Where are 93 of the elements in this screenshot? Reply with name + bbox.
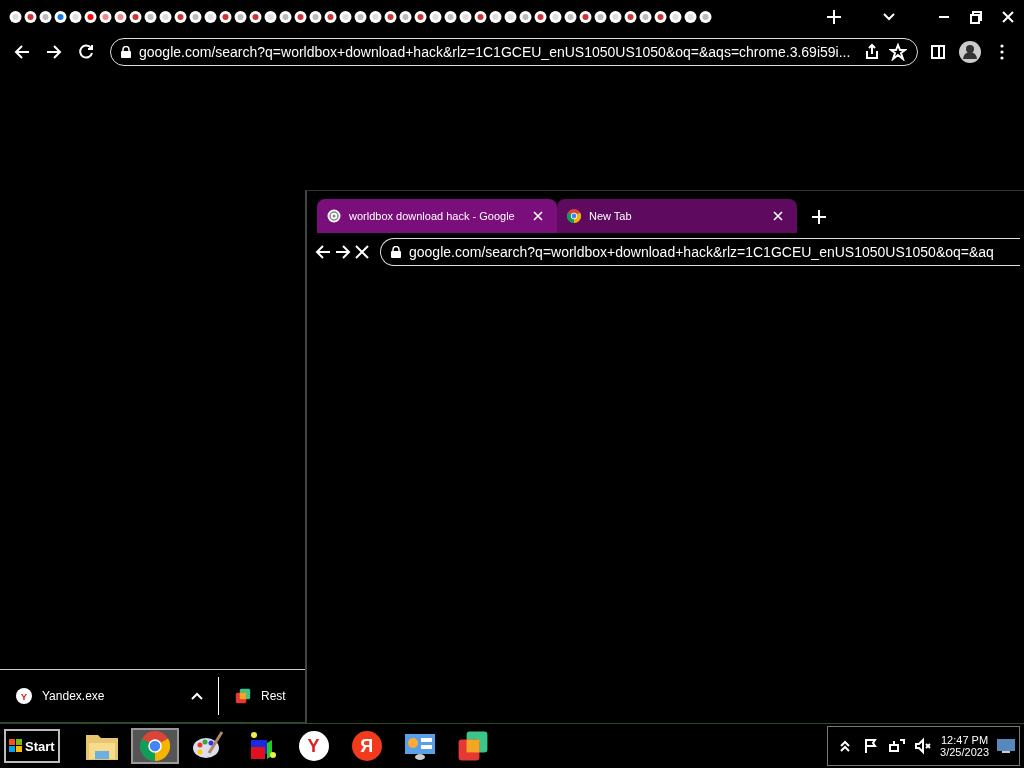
arrow-left-icon	[313, 242, 332, 261]
tab-favicon-icon[interactable]	[518, 8, 533, 25]
tab-favicon-icon[interactable]	[203, 8, 218, 25]
tab-favicon-icon[interactable]	[188, 8, 203, 25]
tab-favicon-icon[interactable]	[668, 8, 683, 25]
minimize-icon	[939, 15, 949, 18]
tab-favicon-icon[interactable]	[83, 8, 98, 25]
lock-icon	[121, 45, 131, 58]
tab-favicon-icon[interactable]	[593, 8, 608, 25]
control-panel-icon	[403, 731, 436, 761]
speaker-muted-icon	[914, 737, 933, 755]
tab-favicon-icon[interactable]	[68, 8, 83, 25]
tab-favicon-icon[interactable]	[158, 8, 173, 25]
tab-favicon-icon[interactable]	[23, 8, 38, 25]
tab-favicon-icon[interactable]	[218, 8, 233, 25]
taskbar-app-button[interactable]	[130, 728, 179, 764]
tab-favicon-icon[interactable]	[398, 8, 413, 25]
side-panel-icon	[929, 42, 947, 61]
download-item[interactable]: Y Yandex.exe	[0, 670, 218, 722]
tab-favicon-icon[interactable]	[683, 8, 698, 25]
tab-favicon-icon[interactable]	[263, 8, 278, 25]
start-button[interactable]: Start	[4, 729, 60, 763]
browser-tab[interactable]: New Tab	[557, 199, 797, 233]
tab-favicon-icon[interactable]	[98, 8, 113, 25]
tab-favicon-icon[interactable]	[443, 8, 458, 25]
file-name: Rest	[261, 689, 286, 703]
chrome-icon	[139, 731, 170, 761]
reload-icon	[77, 42, 95, 61]
tab-favicon-icon[interactable]	[638, 8, 653, 25]
tab-favicon-icon[interactable]	[338, 8, 353, 25]
url-text: google.com/search?q=worldbox+download+hack&rlz=1C1GCEU_enUS1050US1050&oq=&aq	[409, 243, 995, 260]
tab-favicon-icon[interactable]	[428, 8, 443, 25]
arrow-right-icon	[45, 42, 63, 61]
tab-favicon-icon[interactable]	[38, 8, 53, 25]
plus-icon	[825, 7, 843, 26]
cubes-icon	[235, 688, 251, 704]
tab-favicon-icon[interactable]	[473, 8, 488, 25]
tab-favicon-icon[interactable]	[653, 8, 668, 25]
tab-favicon-icon[interactable]	[698, 8, 713, 25]
palette-icon	[191, 731, 224, 761]
plus-icon	[810, 208, 828, 226]
yandex-browser-icon: Y	[16, 688, 32, 704]
spiral-icon	[327, 209, 341, 223]
tab-favicon-icon[interactable]	[278, 8, 293, 25]
tab-favicon-icon[interactable]	[53, 8, 68, 25]
browser-tab[interactable]: worldbox download hack - Google	[317, 199, 557, 233]
arrow-right-icon	[333, 242, 352, 261]
tab-favicon-icon[interactable]	[173, 8, 188, 25]
avatar-icon	[959, 40, 981, 63]
tab-favicon-icon[interactable]	[248, 8, 263, 25]
tab-title: New Tab	[589, 210, 633, 222]
tab-favicon-icon[interactable]	[128, 8, 143, 25]
tab-favicon-icon[interactable]	[368, 8, 383, 25]
windows-logo-icon	[9, 739, 23, 753]
menu-icon	[1000, 43, 1004, 60]
network-icon	[888, 737, 907, 755]
tab-favicon-icon[interactable]	[323, 8, 338, 25]
star-icon	[889, 42, 907, 61]
desktop-icon[interactable]	[997, 739, 1015, 753]
chrome-icon	[567, 209, 581, 223]
tab-favicon-icon[interactable]	[233, 8, 248, 25]
tab-favicon-icon[interactable]	[623, 8, 638, 25]
tab-favicon-icon[interactable]	[293, 8, 308, 25]
tab-favicon-icon[interactable]	[533, 8, 548, 25]
clock-time: 12:47 PM	[941, 734, 989, 746]
tab-favicon-icon[interactable]	[413, 8, 428, 25]
tab-favicon-icon[interactable]	[143, 8, 158, 25]
tab-favicon-icon[interactable]	[308, 8, 323, 25]
tab-favicon-icon[interactable]	[608, 8, 623, 25]
tab-favicon-icon[interactable]	[353, 8, 368, 25]
clock-date: 3/25/2023	[940, 746, 989, 758]
url-text: google.com/search?q=worldbox+download+hack&rlz=1C1GCEU_enUS1050US1050&oq=&aqs=chrome.3.69i59i...	[139, 43, 852, 60]
tab-favicon-icon[interactable]	[113, 8, 128, 25]
tab-favicon-icon[interactable]	[563, 8, 578, 25]
tab-favicon-icon[interactable]	[8, 8, 23, 25]
tab-favicon-icon[interactable]	[458, 8, 473, 25]
tab-favicon-icon[interactable]	[578, 8, 593, 25]
tab-favicon-icon[interactable]	[503, 8, 518, 25]
tab-title: worldbox download hack - Google	[349, 210, 516, 222]
cubes-icon	[456, 730, 489, 762]
close-icon	[773, 211, 783, 221]
tab-favicon-icon[interactable]	[488, 8, 503, 25]
tab-favicon-icon[interactable]	[383, 8, 398, 25]
yandex-icon: Я	[351, 731, 382, 761]
tab-favicon-icon[interactable]	[548, 8, 563, 25]
lock-icon	[391, 245, 401, 258]
arrow-left-icon	[13, 42, 31, 61]
file-name: Yandex.exe	[42, 689, 106, 703]
yandex-browser-icon: Y	[298, 731, 329, 761]
close-icon	[533, 211, 543, 221]
download-item[interactable]: Rest	[219, 670, 298, 722]
share-icon	[863, 42, 881, 61]
close-icon	[353, 242, 372, 261]
